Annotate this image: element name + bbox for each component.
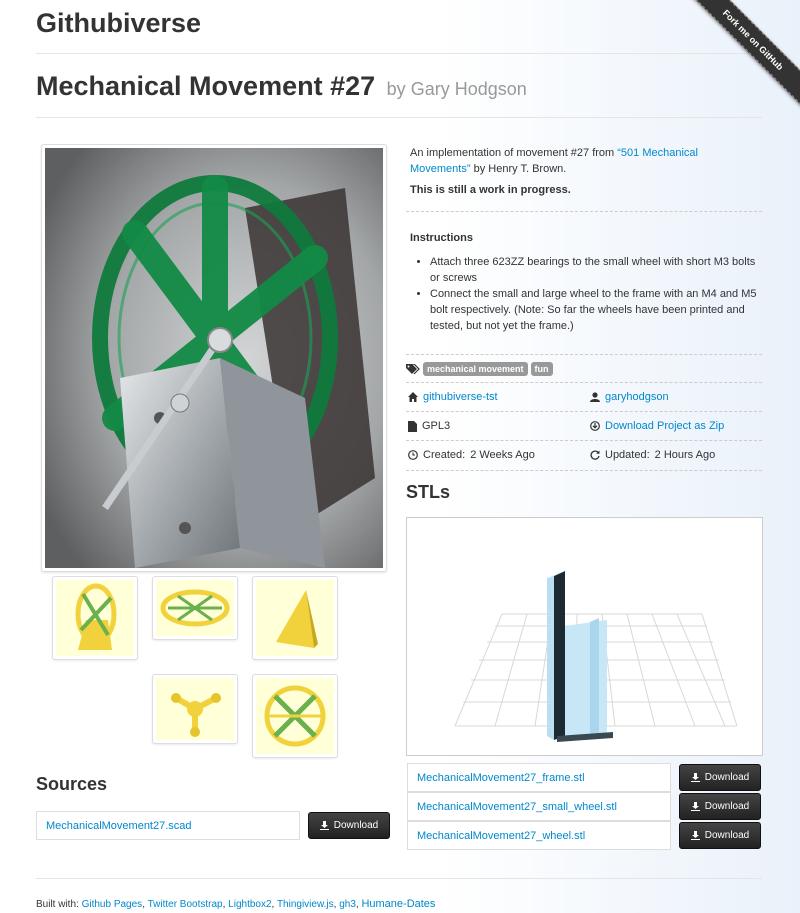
footer-divider — [36, 878, 762, 879]
divider — [406, 440, 762, 441]
thumbnail-image[interactable] — [256, 580, 334, 656]
footer: Built with: Github Pages, Twitter Bootst… — [36, 898, 436, 910]
download-zip-link[interactable]: Download Project as Zip — [605, 420, 724, 432]
thumbnail-bearing-holder[interactable] — [152, 674, 238, 744]
tags-row: mechanical movement fun — [406, 362, 553, 376]
instruction-item: Connect the small and large wheel to the… — [430, 286, 760, 334]
divider — [406, 411, 762, 412]
footer-link[interactable]: Lightbox2 — [228, 899, 271, 910]
license-item: GPL3 — [408, 420, 450, 432]
thumbnail-frame[interactable] — [252, 576, 338, 660]
download-button[interactable]: Download — [679, 764, 761, 791]
tags-icon — [406, 363, 420, 374]
stl-render-canvas[interactable] — [407, 518, 762, 755]
sources-heading: Sources — [36, 774, 108, 794]
thumbnail-image[interactable] — [156, 678, 234, 740]
tag-badge[interactable]: fun — [530, 362, 553, 376]
clock-icon — [408, 450, 418, 460]
file-icon — [408, 420, 417, 432]
part-render — [276, 590, 318, 648]
project-title: Mechanical Movement #27 — [36, 71, 376, 101]
description-text-end: by Henry T. Brown. — [470, 163, 567, 175]
repo-link[interactable]: githubiverse-tst — [423, 391, 498, 403]
created-value: 2 Weeks Ago — [470, 449, 535, 461]
footer-link[interactable]: Github Pages — [82, 899, 143, 910]
header-divider — [36, 53, 762, 54]
stl-file-link[interactable]: MechanicalMovement27_wheel.stl — [417, 830, 585, 842]
footer-prefix: Built with: — [36, 899, 79, 910]
thumbnail-wheel-frame[interactable] — [52, 576, 138, 660]
download-icon — [690, 773, 700, 782]
footer-link[interactable]: gh3 — [339, 899, 356, 910]
project-description: An implementation of movement #27 from “… — [410, 145, 760, 177]
download-button-label[interactable]: Download — [334, 820, 378, 831]
stl-file-link[interactable]: MechanicalMovement27_small_wheel.stl — [417, 801, 617, 813]
download-icon — [690, 831, 700, 840]
refresh-icon — [590, 450, 600, 460]
title-divider — [36, 117, 762, 118]
source-file-link[interactable]: MechanicalMovement27.scad — [46, 820, 192, 832]
download-button[interactable]: Download — [679, 793, 761, 820]
divider — [406, 470, 762, 471]
project-author-line: by Gary Hodgson — [387, 79, 527, 99]
updated-label: Updated: — [605, 449, 650, 461]
divider — [406, 354, 762, 355]
thumbnail-small-wheel[interactable] — [152, 576, 238, 640]
divider — [406, 211, 762, 212]
instructions-list: Attach three 623ZZ bearings to the small… — [416, 254, 760, 334]
footer-link[interactable]: Humane-Dates — [361, 898, 435, 910]
thumbnail-image[interactable] — [256, 678, 334, 754]
divider — [406, 382, 762, 383]
download-button-label[interactable]: Download — [705, 772, 749, 783]
download-button[interactable]: Download — [679, 822, 761, 849]
tag-badge[interactable]: mechanical movement — [423, 362, 528, 376]
user-link-item[interactable]: garyhodgson — [590, 391, 669, 403]
stl-3d-viewer[interactable] — [406, 517, 763, 756]
download-icon — [319, 821, 329, 830]
user-link[interactable]: garyhodgson — [605, 391, 669, 403]
by-prefix: by — [386, 79, 406, 99]
project-author: Gary Hodgson — [410, 79, 527, 99]
fork-ribbon-label[interactable]: Fork me on GitHub — [690, 0, 800, 109]
download-button-label[interactable]: Download — [705, 801, 749, 812]
stl-file-link[interactable]: MechanicalMovement27_frame.stl — [417, 772, 585, 784]
part-render — [171, 693, 221, 737]
stl-file-row[interactable]: MechanicalMovement27_frame.stl — [407, 763, 671, 792]
stl-file-row[interactable]: MechanicalMovement27_small_wheel.stl — [407, 792, 671, 821]
download-button-label[interactable]: Download — [705, 830, 749, 841]
mechanism-photo-illustration — [45, 148, 383, 568]
download-zip-item[interactable]: Download Project as Zip — [590, 420, 724, 432]
main-photo-image[interactable] — [45, 148, 383, 568]
project-status: This is still a work in progress. — [410, 184, 571, 196]
page-title: Mechanical Movement #27 by Gary Hodgson — [36, 66, 527, 109]
thumbnail-image[interactable] — [156, 580, 234, 636]
footer-link[interactable]: Thingiview.js — [277, 899, 334, 910]
license-label: GPL3 — [422, 420, 451, 432]
instruction-item: Attach three 623ZZ bearings to the small… — [430, 254, 760, 286]
download-icon — [690, 802, 700, 811]
stls-heading: STLs — [406, 482, 451, 502]
download-circle-icon — [590, 421, 600, 431]
site-title[interactable]: Githubiverse — [36, 4, 201, 42]
created-label: Created: — [423, 449, 466, 461]
home-icon — [408, 392, 418, 402]
thumbnail-image[interactable] — [56, 580, 134, 656]
thumbnail-wheel[interactable] — [252, 674, 338, 758]
part-render — [75, 583, 117, 650]
part-render — [264, 685, 326, 747]
footer-link[interactable]: Twitter Bootstrap — [148, 899, 223, 910]
user-icon — [590, 392, 600, 402]
updated-value: 2 Hours Ago — [654, 449, 716, 461]
source-file-row[interactable]: MechanicalMovement27.scad — [36, 811, 300, 840]
created-item: Created: 2 Weeks Ago — [408, 449, 535, 461]
updated-item: Updated: 2 Hours Ago — [590, 449, 715, 461]
instructions-heading: Instructions — [410, 232, 473, 244]
stl-file-row[interactable]: MechanicalMovement27_wheel.stl — [407, 821, 671, 850]
fork-ribbon[interactable]: Fork me on GitHub — [690, 0, 800, 110]
download-button[interactable]: Download — [308, 812, 390, 839]
main-photo[interactable] — [41, 144, 387, 572]
repo-link-item[interactable]: githubiverse-tst — [408, 391, 498, 403]
description-text: An implementation of movement #27 from — [410, 147, 618, 159]
part-render — [160, 589, 230, 627]
